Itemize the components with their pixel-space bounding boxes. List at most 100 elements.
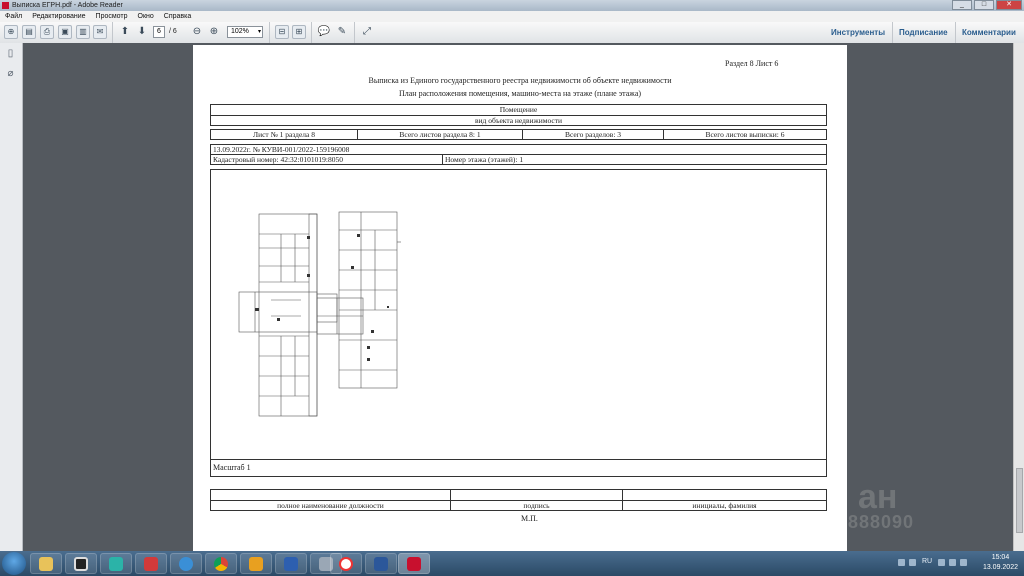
taskbar-app-word[interactable] [365, 553, 397, 574]
page-total: / 6 [169, 28, 177, 35]
taskbar-app-outlook[interactable] [240, 553, 272, 574]
print-icon[interactable]: ⎙ [40, 25, 54, 39]
fit-page-icon[interactable]: ⊟ [275, 25, 289, 39]
right-wing-outline [338, 211, 398, 389]
yandex-browser-icon [339, 557, 353, 571]
pdf-page[interactable]: Раздел 8 Лист 6 Выписка из Единого госуд… [193, 45, 847, 551]
adobe-reader-icon [2, 2, 9, 9]
open-icon[interactable]: ▤ [22, 25, 36, 39]
maximize-button[interactable]: □ [974, 0, 994, 10]
start-button[interactable] [2, 552, 26, 575]
previous-page-icon[interactable]: ⬆ [118, 25, 132, 39]
chrome-icon [214, 557, 228, 571]
next-page-icon[interactable]: ⬇ [135, 25, 149, 39]
window-title: Выписка ЕГРН.pdf - Adobe Reader [12, 2, 123, 9]
language-indicator[interactable]: RU [922, 558, 932, 565]
sheet-number-cell: Лист № 1 раздела 8 [210, 129, 358, 140]
attachments-icon[interactable]: ⌀ [5, 68, 16, 80]
zoom-select[interactable]: 102% ▾ [227, 26, 263, 38]
media-icon [144, 557, 158, 571]
watermark-number: 888090 [848, 512, 915, 532]
toolbar-separator [955, 22, 956, 43]
save-icon[interactable]: ▣ [58, 25, 72, 39]
internet-explorer-icon [179, 557, 193, 571]
stamp-label: М.П. [521, 514, 538, 523]
clock-date: 13.09.2022 [982, 564, 1018, 571]
taskbar-app-messenger[interactable] [100, 553, 132, 574]
scrollbar-thumb[interactable] [1016, 468, 1023, 533]
section-sheets-cell: Всего листов раздела 8: 1 [357, 129, 523, 140]
cadastral-number-cell: Кадастровый номер: 42:32:0101019:8050 [210, 154, 443, 165]
network-icon [284, 557, 298, 571]
export-icon[interactable]: ▥ [76, 25, 90, 39]
messenger-icon [109, 557, 123, 571]
toolbar: ⊕ ▤ ⎙ ▣ ▥ ✉ ⬆ ⬇ 6 / 6 ⊖ ⊕ 102% ▾ ⊟ ⊞ 💬 ✎ … [0, 22, 1024, 44]
tray-icon[interactable] [909, 559, 916, 566]
create-pdf-icon[interactable]: ⊕ [4, 25, 18, 39]
expand-icon[interactable]: ⤢ [360, 25, 374, 39]
document-title: Выписка из Единого государственного реес… [368, 76, 672, 85]
taskbar-app-media[interactable] [65, 553, 97, 574]
comment-icon[interactable]: 💬 [317, 25, 331, 39]
vertical-scrollbar[interactable] [1013, 43, 1024, 551]
menu-view[interactable]: Просмотр [91, 11, 133, 22]
window-controls: _ □ ✕ [952, 0, 1022, 10]
tray-icon[interactable] [960, 559, 967, 566]
total-sections-cell: Всего разделов: 3 [522, 129, 664, 140]
menu-edit[interactable]: Редактирование [27, 11, 90, 22]
word-icon [374, 557, 388, 571]
left-wing-outline [258, 213, 318, 417]
tray-icon[interactable] [898, 559, 905, 566]
taskbar: RU 15:04 13.09.2022 [0, 551, 1024, 576]
zoom-value: 102% [231, 28, 249, 35]
taskbar-app-media2[interactable] [135, 553, 167, 574]
name-label: инициалы, фамилия [622, 500, 827, 511]
clock-time: 15:04 [991, 554, 1010, 561]
email-icon[interactable]: ✉ [93, 25, 107, 39]
fit-width-icon[interactable]: ⊞ [292, 25, 306, 39]
floor-plan-drawing [238, 211, 401, 417]
tab-comments[interactable]: Комментарии [962, 22, 1016, 43]
zoom-in-icon[interactable]: ⊕ [207, 25, 221, 39]
taskbar-app-chrome[interactable] [205, 553, 237, 574]
outlook-icon [249, 557, 263, 571]
chevron-down-icon: ▾ [257, 29, 261, 35]
taskbar-app-network[interactable] [275, 553, 307, 574]
clock[interactable]: 15:04 13.09.2022 [983, 553, 1018, 573]
toolbar-separator [112, 22, 113, 43]
media-player-icon [74, 557, 88, 571]
total-extract-sheets-cell: Всего листов выписки: 6 [663, 129, 827, 140]
tab-sign[interactable]: Подписание [899, 22, 948, 43]
toolbar-separator [354, 22, 355, 43]
menu-window[interactable]: Окно [133, 11, 159, 22]
folder-icon [39, 557, 53, 571]
menu-file[interactable]: Файл [0, 11, 27, 22]
floor-plan-box [210, 169, 827, 460]
system-tray: RU 15:04 13.09.2022 [894, 551, 1024, 576]
menu-help[interactable]: Справка [159, 11, 196, 22]
navigation-panel: ▯ ⌀ [0, 43, 23, 551]
section-sheet-header: Раздел 8 Лист 6 [725, 59, 779, 68]
taskbar-app-adobe-reader[interactable] [398, 553, 430, 574]
adobe-reader-icon [407, 557, 421, 571]
tab-tools[interactable]: Инструменты [831, 22, 885, 43]
taskbar-app-yandex[interactable] [330, 553, 362, 574]
zoom-out-icon[interactable]: ⊖ [190, 25, 204, 39]
floor-number-cell: Номер этажа (этажей): 1 [442, 154, 827, 165]
menu-bar: Файл Редактирование Просмотр Окно Справк… [0, 11, 1024, 22]
taskbar-app-ie[interactable] [170, 553, 202, 574]
page-thumbnails-icon[interactable]: ▯ [5, 48, 16, 60]
central-block-outline [238, 291, 318, 333]
minimize-button[interactable]: _ [952, 0, 972, 10]
title-bar: Выписка ЕГРН.pdf - Adobe Reader _ □ ✕ [0, 0, 1024, 11]
toolbar-separator [892, 22, 893, 43]
object-type-caption: вид объекта недвижимости [210, 115, 827, 126]
volume-tray-icon[interactable] [949, 559, 956, 566]
toolbar-separator [311, 22, 312, 43]
page-number-input[interactable]: 6 [153, 26, 165, 38]
close-button[interactable]: ✕ [996, 0, 1022, 10]
network-tray-icon[interactable] [938, 559, 945, 566]
signature-label: подпись [450, 500, 623, 511]
taskbar-app-explorer[interactable] [30, 553, 62, 574]
highlight-icon[interactable]: ✎ [335, 25, 349, 39]
